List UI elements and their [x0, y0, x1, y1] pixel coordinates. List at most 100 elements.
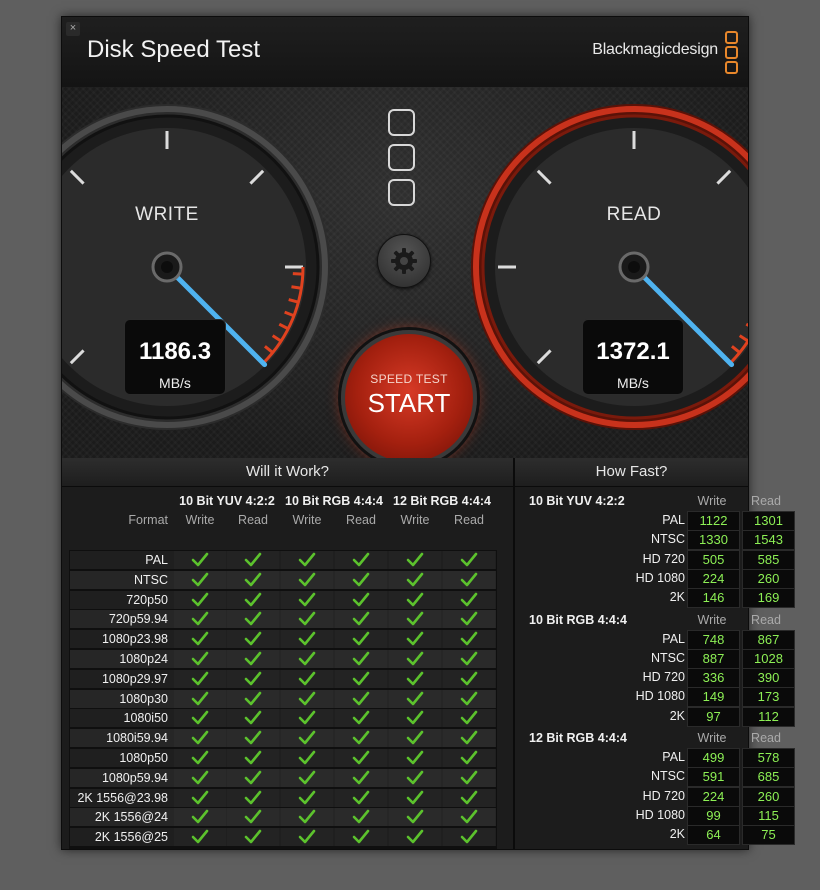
will-it-work-section: Will it Work? 10 Bit YUV 4:2:2 Write Read 1… — [62, 458, 513, 849]
checkmark-icon — [174, 590, 226, 609]
how-fast-subheader: Read — [751, 612, 781, 627]
how-fast-read-value: 115 — [742, 805, 795, 826]
how-fast-write-value: 224 — [687, 568, 740, 589]
checkmark-icon — [281, 570, 333, 589]
checkmark-icon — [443, 788, 495, 807]
write-speed-value: 1186.3 — [138, 338, 212, 365]
format-label: NTSC — [133, 572, 168, 587]
checkmark-icon — [389, 828, 441, 847]
how-fast-write-value: 336 — [687, 668, 740, 689]
checkmark-icon — [227, 808, 279, 827]
how-fast-row-label: 2K — [669, 827, 685, 842]
checkmark-icon — [174, 689, 226, 708]
checkmark-icon — [227, 610, 279, 629]
checkmark-icon — [227, 630, 279, 649]
will-it-work-subheader: Write — [292, 513, 322, 527]
read-speed-unit: MB/s — [617, 375, 649, 391]
how-fast-read-value: 75 — [742, 825, 795, 846]
checkmark-icon — [281, 551, 333, 569]
read-speed-value: 1372.1 — [596, 338, 670, 365]
disk-speed-test-window: × Disk Speed Test Blackmagicdesign WRITE… — [61, 16, 795, 850]
how-fast-subheader: Read — [751, 731, 781, 745]
how-fast-read-value: 112 — [742, 706, 795, 727]
red-zone-tick — [291, 285, 302, 290]
how-fast-header: How Fast? — [515, 458, 748, 487]
speed-test-start-button[interactable]: SPEED TEST START — [341, 330, 477, 458]
checkmark-icon — [227, 689, 279, 708]
format-label: 1080p30 — [119, 691, 168, 706]
checkmark-icon — [281, 650, 333, 668]
how-fast-row-label: HD 1080 — [635, 807, 685, 822]
checkmark-icon — [281, 709, 333, 728]
checkmark-icon — [443, 590, 495, 609]
how-fast-read-value: 1543 — [742, 530, 795, 551]
gauge-hub-center — [161, 261, 173, 273]
checkmark-icon — [174, 788, 226, 807]
how-fast-write-value: 146 — [687, 588, 740, 609]
how-fast-write-value: 224 — [687, 786, 740, 807]
checkmark-icon — [174, 768, 226, 787]
checkmark-icon — [174, 729, 226, 748]
gauge-panel: WRITE 1186.3 MB/s READ 1372.1 MB/s SPEED… — [62, 87, 748, 458]
checkmark-icon — [281, 828, 333, 847]
how-fast-row-label: HD 720 — [642, 788, 685, 803]
checkmark-icon — [227, 590, 279, 609]
will-it-work-subheader: Write — [185, 513, 215, 527]
will-it-work-subheader: Read — [238, 513, 268, 527]
checkmark-icon — [443, 630, 495, 649]
how-fast-read-value: 578 — [742, 748, 795, 768]
checkmark-icon — [443, 828, 495, 847]
speed-test-label: SPEED TEST — [370, 372, 448, 386]
checkmark-icon — [281, 768, 333, 787]
how-fast-group-title: 10 Bit RGB 4:4:4 — [529, 612, 627, 627]
will-it-work-category-header: 10 Bit RGB 4:4:4 — [285, 494, 383, 508]
checkmark-icon — [335, 590, 387, 609]
format-label: 1080i50 — [123, 711, 169, 726]
how-fast-row-label: HD 720 — [642, 551, 685, 566]
checkmark-icon — [227, 551, 279, 569]
checkmark-icon — [389, 570, 441, 589]
checkmark-icon — [335, 610, 387, 629]
how-fast-row-label: HD 720 — [642, 670, 685, 685]
checkmark-icon — [174, 808, 226, 827]
format-label: 1080p59.94 — [101, 770, 168, 785]
checkmark-icon — [389, 610, 441, 629]
format-label: 2K 1556@24 — [94, 810, 168, 825]
how-fast-row-label: HD 1080 — [635, 689, 685, 704]
checkmark-icon — [281, 729, 333, 748]
read-gauge-label: READ — [606, 204, 662, 225]
format-label: 720p50 — [126, 592, 168, 607]
checkmark-icon — [174, 749, 226, 767]
settings-button[interactable] — [377, 234, 431, 288]
how-fast-row-label: PAL — [662, 631, 685, 646]
write-gauge-label: WRITE — [135, 204, 199, 225]
how-fast-subheader: Write — [697, 731, 727, 745]
how-fast-row-label: 2K — [669, 590, 685, 605]
checkmark-icon — [227, 570, 279, 589]
how-fast-row-label: HD 1080 — [635, 570, 685, 585]
checkmark-icon — [281, 689, 333, 708]
format-label: 1080p29.97 — [101, 671, 168, 686]
blackmagic-logo-icon — [725, 31, 738, 75]
read-speed-readout: 1372.1 MB/s — [582, 319, 684, 395]
checkmark-icon — [389, 689, 441, 708]
checkmark-icon — [443, 610, 495, 629]
checkmark-icon — [443, 729, 495, 748]
how-fast-subheader: Write — [697, 612, 727, 627]
title-bar: × Disk Speed Test Blackmagicdesign — [62, 17, 748, 88]
write-speed-readout: 1186.3 MB/s — [124, 319, 226, 395]
read-gauge: READ 1372.1 MB/s — [469, 102, 748, 432]
checkmark-icon — [389, 669, 441, 688]
checkmark-icon — [389, 808, 441, 827]
close-button[interactable]: × — [66, 22, 80, 36]
how-fast-write-value: 505 — [687, 549, 740, 570]
how-fast-section: How Fast? 10 Bit YUV 4:2:2 Write Read PAL 11… — [515, 458, 795, 849]
format-label: 1080p24 — [119, 652, 168, 666]
how-fast-row-label: PAL — [662, 750, 685, 764]
checkmark-icon — [227, 650, 279, 668]
checkmark-icon — [281, 788, 333, 807]
gauge-hub-center — [628, 261, 640, 273]
format-label: 2K 1556@23.98 — [77, 790, 168, 805]
checkmark-icon — [335, 768, 387, 787]
checkmark-icon — [443, 570, 495, 589]
